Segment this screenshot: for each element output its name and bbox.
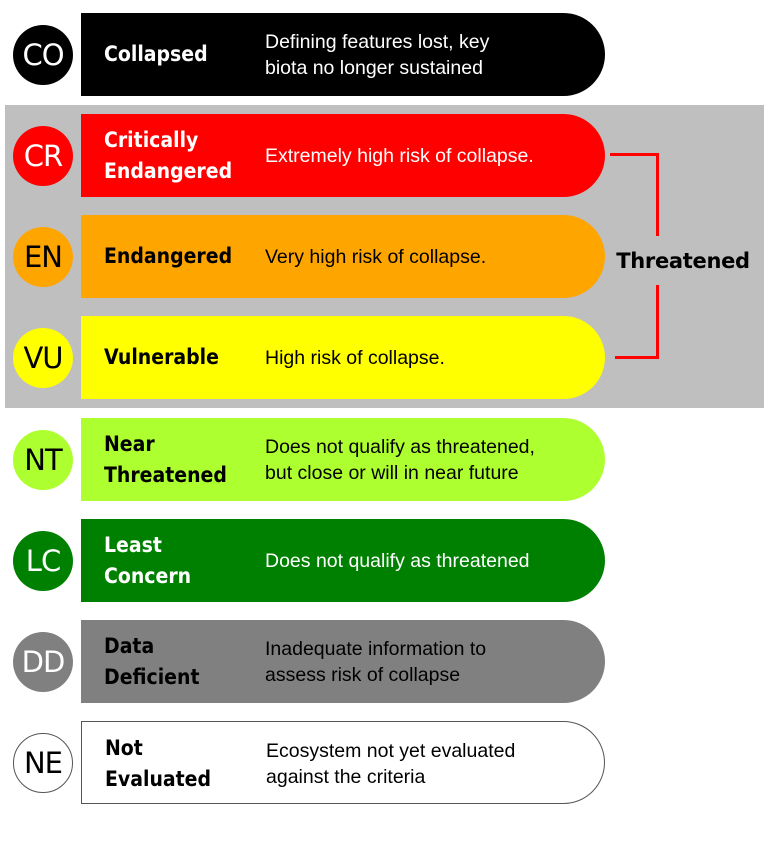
category-bar: Not Evaluated Ecosystem not yet evaluated a… bbox=[81, 721, 605, 804]
category-description-line: Ecosystem not yet evaluated bbox=[266, 739, 516, 762]
category-description-line: assess risk of collapse bbox=[265, 663, 461, 686]
category-badge: NE bbox=[13, 733, 73, 793]
category-name-line: Not bbox=[105, 735, 143, 760]
category-name-line: Endangered bbox=[104, 158, 233, 183]
bracket-upper-vertical bbox=[656, 153, 659, 236]
bracket-lower-vertical bbox=[656, 285, 659, 359]
category-description-line: Extremely high risk of collapse. bbox=[265, 144, 534, 167]
category-name-line: Vulnerable bbox=[104, 345, 219, 369]
category-description-line: against the criteria bbox=[266, 765, 426, 788]
category-name-line: Endangered bbox=[104, 244, 233, 268]
category-row-co: CO Collapsed Defining features lost, key bi… bbox=[0, 13, 620, 97]
category-description-line: Inadequate information to bbox=[265, 637, 487, 660]
category-description: Inadequate information to assess risk of … bbox=[265, 620, 605, 703]
category-badge: VU bbox=[13, 328, 73, 388]
bracket-top-horizontal bbox=[610, 153, 659, 156]
category-name-line: Data bbox=[104, 633, 155, 658]
category-bar: Near Threatened Does not qualify as threat… bbox=[81, 418, 605, 501]
category-row-cr: CR Critically Endangered Extremely high ris… bbox=[0, 114, 620, 198]
category-name-line: Threatened bbox=[104, 462, 227, 487]
category-name: Critically Endangered bbox=[104, 114, 264, 197]
category-description-line: but close or will in near future bbox=[265, 461, 519, 484]
category-name: Endangered bbox=[104, 215, 264, 298]
category-name: Least Concern bbox=[104, 519, 264, 602]
category-name-line: Near bbox=[104, 431, 155, 456]
category-name-line: Collapsed bbox=[104, 42, 208, 66]
category-description-line: Very high risk of collapse. bbox=[265, 245, 487, 268]
category-badge: LC bbox=[13, 531, 73, 591]
category-description: Extremely high risk of collapse. bbox=[265, 114, 605, 197]
category-row-ne: NE Not Evaluated Ecosystem not yet evaluate… bbox=[0, 721, 620, 805]
category-name: Collapsed bbox=[104, 13, 264, 96]
category-row-en: EN Endangered Very high risk of collapse. bbox=[0, 215, 620, 299]
category-description-line: Defining features lost, key bbox=[265, 30, 490, 53]
category-badge: CR bbox=[13, 126, 73, 186]
category-row-dd: DD Data Deficient Inadequate information to… bbox=[0, 620, 620, 704]
category-description-line: High risk of collapse. bbox=[265, 346, 445, 369]
category-description: Ecosystem not yet evaluated against the c… bbox=[266, 722, 606, 805]
category-row-vu: VU Vulnerable High risk of collapse. bbox=[0, 316, 620, 400]
category-description: Defining features lost, key biota no long… bbox=[265, 13, 605, 96]
category-description-line: biota no longer sustained bbox=[265, 56, 483, 79]
category-name-line: Deficient bbox=[104, 664, 200, 689]
category-row-nt: NT Near Threatened Does not qualify as thre… bbox=[0, 418, 620, 502]
category-bar: Data Deficient Inadequate information to as… bbox=[81, 620, 605, 703]
category-name-line: Least bbox=[104, 532, 162, 557]
category-bar: Collapsed Defining features lost, key biot… bbox=[81, 13, 605, 96]
category-badge: CO bbox=[13, 25, 73, 85]
category-name: Near Threatened bbox=[104, 418, 264, 501]
bracket-bottom-horizontal bbox=[615, 356, 659, 359]
category-badge: DD bbox=[13, 632, 73, 692]
category-description: High risk of collapse. bbox=[265, 316, 605, 399]
category-bar: Least Concern Does not qualify as threaten… bbox=[81, 519, 605, 602]
category-name: Not Evaluated bbox=[105, 722, 265, 805]
category-description-line: Does not qualify as threatened bbox=[265, 549, 530, 572]
category-row-lc: LC Least Concern Does not qualify as threat… bbox=[0, 519, 620, 603]
category-name-line: Evaluated bbox=[105, 766, 212, 791]
threatened-label: Threatened bbox=[616, 249, 750, 273]
category-description: Does not qualify as threatened, but close… bbox=[265, 418, 605, 501]
category-bar: Vulnerable High risk of collapse. bbox=[81, 316, 605, 399]
category-name: Data Deficient bbox=[104, 620, 264, 703]
category-name-line: Concern bbox=[104, 563, 192, 588]
category-badge: EN bbox=[13, 227, 73, 287]
category-description: Does not qualify as threatened bbox=[265, 519, 605, 602]
category-bar: Endangered Very high risk of collapse. bbox=[81, 215, 605, 298]
category-name: Vulnerable bbox=[104, 316, 264, 399]
category-name-line: Critically bbox=[104, 127, 199, 152]
category-badge: NT bbox=[13, 430, 73, 490]
category-description: Very high risk of collapse. bbox=[265, 215, 605, 298]
category-bar: Critically Endangered Extremely high risk … bbox=[81, 114, 605, 197]
category-description-line: Does not qualify as threatened, bbox=[265, 435, 535, 458]
